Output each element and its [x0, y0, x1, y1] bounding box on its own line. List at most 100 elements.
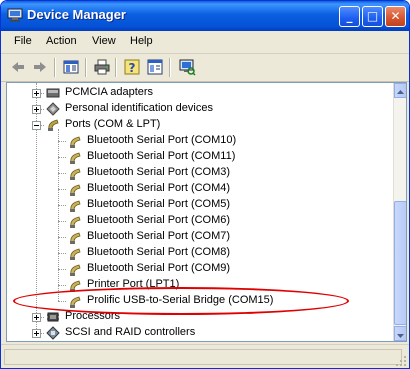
tree-item[interactable]: Processors — [7, 309, 387, 325]
tree-item[interactable]: Bluetooth Serial Port (COM8) — [7, 245, 387, 261]
port-connector-icon — [70, 152, 81, 164]
tree-item[interactable]: SCSI and RAID controllers — [7, 325, 387, 341]
tree-item-label: Prolific USB-to-Serial Bridge (COM15) — [87, 294, 274, 306]
port-connector-icon — [70, 296, 81, 308]
pcmcia-icon — [46, 88, 60, 98]
menu-action[interactable]: Action — [46, 35, 77, 47]
tree-connector-line — [58, 173, 66, 174]
tree-item[interactable]: Bluetooth Serial Port (COM6) — [7, 213, 387, 229]
scroll-up-icon — [397, 90, 404, 94]
expand-plus-icon[interactable] — [32, 89, 41, 98]
port-connector-icon — [70, 184, 81, 196]
svg-text:?: ? — [129, 61, 136, 75]
tree-connector-line — [58, 269, 66, 270]
expand-plus-icon[interactable] — [32, 329, 41, 338]
port-connector-icon — [70, 280, 81, 292]
scroll-down-button[interactable] — [394, 326, 406, 341]
tree-item[interactable]: Bluetooth Serial Port (COM7) — [7, 229, 387, 245]
tree-item-label: Bluetooth Serial Port (COM10) — [87, 134, 237, 146]
menu-file[interactable]: File — [14, 35, 32, 47]
device-tree-view[interactable]: PCMCIA adapters Personal identification d… — [6, 82, 407, 342]
tree-item-label: Bluetooth Serial Port (COM9) — [87, 262, 231, 274]
tree-item-label: Processors — [65, 310, 121, 322]
menu-view[interactable]: View — [92, 35, 116, 47]
tree-connector-line — [58, 285, 66, 286]
tree-item-label: Bluetooth Serial Port (COM3) — [87, 166, 231, 178]
tree-connector-line — [58, 189, 66, 190]
tree-item[interactable]: Bluetooth Serial Port (COM10) — [7, 133, 387, 149]
tree-item-label: Bluetooth Serial Port (COM4) — [87, 182, 231, 194]
tree-item-label: Bluetooth Serial Port (COM6) — [87, 214, 231, 226]
scsi-icon — [46, 326, 60, 340]
tree-item-label: Bluetooth Serial Port (COM11) — [87, 150, 236, 162]
window-title: Device Manager — [27, 7, 126, 22]
tree-item-label: Bluetooth Serial Port (COM8) — [87, 246, 231, 258]
print-icon[interactable] — [93, 58, 111, 76]
tree-item[interactable]: PCMCIA adapters — [7, 85, 387, 101]
tree-item[interactable]: Printer Port (LPT1) — [7, 277, 387, 293]
show-hide-tree-icon[interactable] — [62, 58, 80, 76]
scroll-up-button[interactable] — [394, 83, 406, 98]
tree-item[interactable]: Bluetooth Serial Port (COM4) — [7, 181, 387, 197]
scrollbar-thumb[interactable] — [394, 201, 406, 325]
tree-item-label: Printer Port (LPT1) — [87, 278, 180, 290]
status-bar — [1, 344, 409, 368]
tree-connector-line — [58, 205, 66, 206]
port-connector-icon — [70, 136, 81, 148]
tree-item[interactable]: Bluetooth Serial Port (COM3) — [7, 165, 387, 181]
resize-grip-icon[interactable] — [395, 355, 407, 367]
properties-icon[interactable] — [146, 58, 164, 76]
help-icon[interactable]: ? — [123, 58, 141, 76]
toolbar-separator — [54, 58, 56, 77]
close-button[interactable]: ✕ — [385, 6, 406, 27]
vertical-scrollbar[interactable] — [393, 83, 406, 341]
menu-bar: File Action View Help — [1, 31, 409, 54]
tree-item[interactable]: Personal identification devices — [7, 101, 387, 117]
toolbar-separator — [169, 58, 171, 77]
tree-item-label: PCMCIA adapters — [65, 86, 154, 98]
device-manager-app-icon — [7, 8, 23, 22]
tree-connector-line — [58, 221, 66, 222]
tree-connector-line — [58, 301, 66, 302]
port-connector-icon — [70, 248, 81, 260]
tree-item[interactable]: Ports (COM & LPT) — [7, 117, 387, 133]
ports-icon — [48, 119, 59, 131]
tree-item-label: Ports (COM & LPT) — [65, 118, 161, 130]
collapse-minus-icon[interactable] — [32, 121, 41, 130]
tree-connector-line — [58, 253, 66, 254]
toolbar-separator — [115, 58, 117, 77]
minimize-button[interactable]: _ — [339, 6, 360, 27]
title-bar[interactable]: Device Manager _ □ ✕ — [1, 1, 409, 31]
tree-connector-line — [58, 141, 66, 142]
forward-arrow-icon[interactable] — [31, 58, 49, 76]
toolbar: ? — [1, 54, 409, 82]
tree-item-label: Bluetooth Serial Port (COM5) — [87, 198, 231, 210]
tree-item-label: Personal identification devices — [65, 102, 213, 114]
tree-item-label: Bluetooth Serial Port (COM7) — [87, 230, 231, 242]
menu-help[interactable]: Help — [130, 35, 153, 47]
tree-connector-line — [58, 157, 66, 158]
close-icon: ✕ — [390, 9, 401, 23]
tree-item[interactable]: Bluetooth Serial Port (COM11) — [7, 149, 387, 165]
tree-item[interactable]: Bluetooth Serial Port (COM5) — [7, 197, 387, 213]
port-connector-icon — [70, 216, 81, 228]
scroll-down-icon — [397, 334, 404, 338]
expand-plus-icon[interactable] — [32, 105, 41, 114]
tree-connector-line — [58, 237, 66, 238]
scan-hardware-icon[interactable] — [178, 58, 196, 76]
back-arrow-icon[interactable] — [9, 58, 27, 76]
port-connector-icon — [70, 232, 81, 244]
port-connector-icon — [70, 200, 81, 212]
status-pane — [4, 349, 402, 365]
maximize-icon: □ — [366, 9, 379, 23]
minimize-icon: _ — [346, 9, 353, 23]
device-manager-window: Device Manager _ □ ✕ File Action View He… — [0, 0, 410, 369]
tree-item[interactable]: Prolific USB-to-Serial Bridge (COM15) — [7, 293, 387, 309]
port-connector-icon — [70, 264, 81, 276]
processor-icon — [47, 312, 59, 322]
toolbar-separator — [85, 58, 87, 77]
tree-item[interactable]: Bluetooth Serial Port (COM9) — [7, 261, 387, 277]
tree-item-label: SCSI and RAID controllers — [65, 326, 196, 338]
expand-plus-icon[interactable] — [32, 313, 41, 322]
maximize-button[interactable]: □ — [362, 6, 383, 27]
